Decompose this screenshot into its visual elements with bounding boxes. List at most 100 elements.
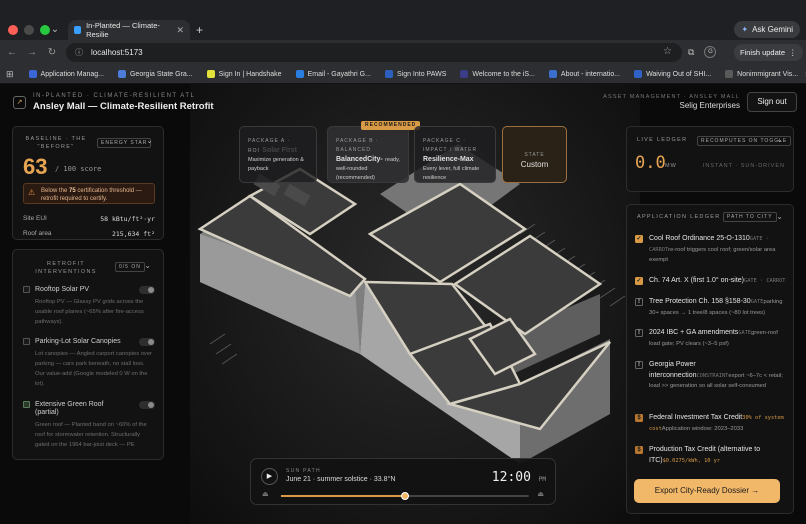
play-icon[interactable]: ▶ — [261, 468, 278, 485]
extensions-icon[interactable]: ⧉ — [688, 47, 694, 58]
intervention-toggle[interactable] — [139, 338, 155, 346]
reload-icon[interactable]: ↻ — [46, 47, 58, 58]
bookmark-favicon-icon — [28, 70, 37, 78]
close-window-button[interactable] — [8, 25, 18, 35]
ledger-item-sub: re-roof triggers cool roof; green/solar … — [649, 246, 776, 264]
baseline-kicker: BASELINE · THE "BEFORE" — [25, 136, 87, 150]
ledger-item-georgia-power[interactable]: ! Georgia Power interconnectionCONSTRAIN… — [635, 360, 787, 392]
collapse-chevron-icon[interactable]: ⌄ — [776, 135, 783, 144]
tab-favicon-icon — [74, 26, 82, 34]
ledger-item-meta: GATE · CARROT — [744, 278, 786, 284]
interventions-count-badge: 0/5 ON — [115, 262, 145, 272]
package-a-card[interactable]: PACKAGE A · ROI Solar First Maximize gen… — [239, 126, 317, 183]
address-bar[interactable]: ⓘ localhost:5173 ☆ — [66, 43, 682, 62]
interventions-kicker: RETROFIT INTERVENTIONS — [35, 261, 97, 275]
roof-area-value: 215,634 ft² — [111, 230, 155, 238]
energy-star-score: 63 — [23, 154, 48, 179]
certification-warning: ⚠ Below the 75 certification threshold —… — [23, 183, 155, 204]
new-tab-icon[interactable]: + — [196, 23, 203, 37]
package-name: Balanced — [336, 156, 368, 163]
warning-icon: ⚠ — [28, 188, 36, 197]
slider-handle[interactable] — [401, 492, 409, 500]
sun-path-kicker: SUN PATH — [286, 468, 321, 474]
finish-update-label: Finish update — [740, 48, 786, 57]
custom-state-card[interactable]: STATE Custom — [502, 126, 567, 183]
tab-title: In-Planted — Climate-Resilie — [86, 21, 160, 39]
exclamation-icon: ! — [635, 361, 643, 369]
profile-avatar[interactable]: G — [704, 46, 717, 58]
bookmark-item[interactable]: Sign In | Handshake — [200, 70, 289, 78]
ask-gemini-button[interactable]: ✦ Ask Gemini — [734, 21, 800, 38]
intervention-title: Rooftop Solar PV — [35, 286, 90, 293]
bookmark-item[interactable]: About - internatio... — [542, 70, 627, 78]
sun-time-slider[interactable] — [281, 492, 529, 500]
bookmark-item[interactable]: Georgia State Gra... — [111, 70, 200, 78]
sign-out-button[interactable]: Sign out — [747, 92, 797, 112]
bookmark-item[interactable]: Welcome to the iS... — [453, 70, 542, 78]
bookmark-favicon-icon — [460, 70, 469, 78]
bookmark-item[interactable]: Application Manag... — [22, 70, 111, 78]
page-title: Ansley Mall — Climate-Resilient Retrofit — [33, 101, 214, 112]
bookmark-item[interactable]: Waiving Out of SHI... — [627, 70, 718, 78]
apps-grid-icon[interactable]: ⊞ — [6, 69, 22, 80]
more-menu-icon[interactable]: ⋮ — [789, 48, 797, 57]
finish-update-button[interactable]: Finish update ⋮ — [734, 44, 803, 61]
ledger-item-ibc[interactable]: ! 2024 IBC + GA amendmentsGATEgreen-roof… — [635, 328, 787, 349]
bookmark-item[interactable]: Sign Into PAWS — [378, 70, 453, 78]
ledger-item-ch74[interactable]: ✓ Ch. 74 Art. X (first 1.0° on-site)GATE… — [635, 276, 787, 287]
tab-close-icon[interactable]: ✕ — [176, 25, 184, 36]
export-dossier-button[interactable]: Export City-Ready Dossier → — [634, 479, 780, 503]
bookmark-item[interactable]: Nonimmigrant Vis... — [718, 70, 805, 78]
dollar-icon: $ — [635, 414, 643, 422]
intervention-green-roof[interactable]: Extensive Green Roof (partial) Green roo… — [23, 401, 155, 450]
ledger-item-meta: GATE — [750, 299, 764, 305]
collapse-chevron-icon[interactable]: ⌄ — [776, 212, 783, 221]
bookmark-label: Sign In | Handshake — [218, 70, 282, 78]
bookmark-favicon-icon — [548, 70, 557, 78]
gemini-sparkle-icon: ✦ — [741, 25, 749, 34]
bookmark-favicon-icon — [117, 70, 126, 78]
intervention-parking-canopies[interactable]: Parking-Lot Solar Canopies Lot canopies … — [23, 338, 155, 389]
back-arrow-icon[interactable]: ← — [6, 47, 18, 58]
package-kicker-b: BALANCED — [336, 147, 371, 153]
app-logo-icon[interactable]: ↗ — [13, 96, 26, 109]
site-eui-row: Site EUI 58 kBtu/ft²·yr — [23, 215, 155, 223]
sunset-icon: ⏏ — [537, 491, 544, 498]
bookmark-favicon-icon — [384, 70, 393, 78]
bookmark-label: Email - Gayathri G... — [307, 70, 371, 78]
ledger-item-itc[interactable]: $ Federal Investment Tax Credit30% of sy… — [635, 413, 787, 434]
bookmark-star-icon[interactable]: ☆ — [663, 46, 672, 57]
window-controls — [8, 25, 50, 35]
intervention-desc: Green roof — Planted band on ~60% of the… — [35, 422, 147, 448]
ledger-item-title: Tree Protection Ch. 158 §158-30 — [649, 298, 751, 305]
bookmark-item[interactable]: Email - Gayathri G... — [289, 70, 378, 78]
intervention-toggle[interactable] — [139, 286, 155, 294]
ledger-item-cool-roof[interactable]: ✓ Cool Roof Ordinance 25-O-1310GATE · CA… — [635, 234, 787, 266]
ledger-item-sub: Application window: 2023–2033 — [661, 425, 744, 432]
package-name: Resilience-Max — [423, 156, 474, 163]
collapse-chevron-icon[interactable]: ⌄ — [146, 136, 153, 145]
path-to-city-badge: PATH TO CITY — [723, 212, 777, 222]
ledger-item-title: Cool Roof Ordinance 25-O-1310 — [649, 235, 750, 242]
bookmark-favicon-icon — [206, 70, 215, 78]
minimize-window-button[interactable] — [24, 25, 34, 35]
check-icon: ✓ — [635, 277, 643, 285]
package-kicker-b: ROI — [248, 148, 260, 154]
intervention-rooftop-solar[interactable]: Rooftop Solar PV Rooftop PV — Glassy PV … — [23, 286, 155, 327]
package-b-card[interactable]: PACKAGE B · BALANCED BalancedCity- ready… — [327, 126, 409, 183]
app-ledger-kicker: APPLICATION LEDGER — [637, 214, 721, 220]
bookmark-label: Nonimmigrant Vis... — [737, 70, 799, 78]
package-c-card[interactable]: PACKAGE C · IMPACT / WATER Resilience-Ma… — [414, 126, 496, 183]
ask-gemini-label: Ask Gemini — [752, 25, 793, 34]
ledger-item-ptc[interactable]: $ Production Tax Credit (alternative to … — [635, 445, 787, 466]
tab-search-icon[interactable]: ⌄ — [47, 22, 63, 38]
live-ledger-value: 0.0 — [635, 153, 666, 173]
ledger-item-tree-protection[interactable]: ! Tree Protection Ch. 158 §158-30GATEpar… — [635, 297, 787, 318]
browser-tab[interactable]: In-Planted — Climate-Resilie ✕ — [68, 20, 190, 40]
app-viewport: ↗ IN-PLANTED · CLIMATE-RESILIENT ATL Ans… — [0, 84, 806, 524]
recommended-badge: RECOMMENDED — [361, 121, 421, 130]
forward-arrow-icon[interactable]: → — [26, 47, 38, 58]
intervention-toggle[interactable] — [139, 401, 155, 409]
site-info-icon[interactable]: ⓘ — [75, 47, 83, 58]
collapse-chevron-icon[interactable]: ⌄ — [144, 261, 151, 270]
